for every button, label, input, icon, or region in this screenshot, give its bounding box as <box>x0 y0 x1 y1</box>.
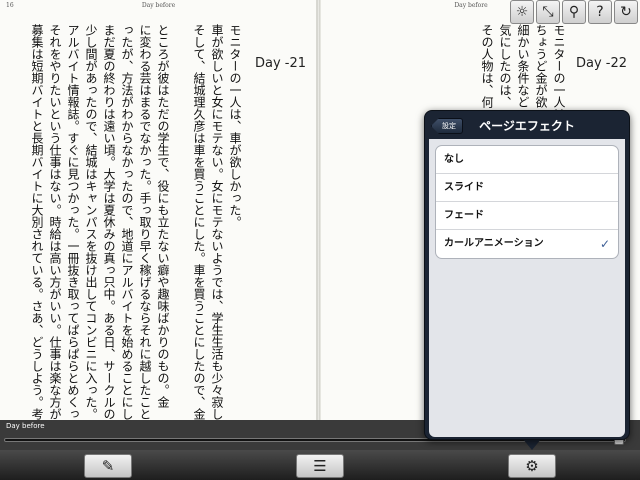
toc-button[interactable]: ☰ <box>296 454 344 478</box>
brightness-icon[interactable]: ☼ <box>510 0 534 24</box>
left-page[interactable]: 16 Day before Day -21 モニターの一人は、車が欲しかった。 … <box>0 0 317 420</box>
option-label: フェード <box>444 210 484 221</box>
day-label: Day -22 <box>576 56 628 71</box>
help-icon[interactable]: ? <box>588 0 612 24</box>
popover-title: ページエフェクト <box>479 118 575 133</box>
back-button[interactable]: 設定 <box>431 118 463 134</box>
popover-header: 設定 ページエフェクト <box>425 111 629 139</box>
effect-option-list: なし スライド フェード カールアニメーション ✓ <box>435 145 619 259</box>
option-slide[interactable]: スライド <box>436 174 618 202</box>
option-label: カールアニメーション <box>444 238 544 249</box>
fullscreen-icon[interactable]: ⤡ <box>536 0 560 24</box>
list-icon: ☰ <box>313 457 327 475</box>
option-fade[interactable]: フェード <box>436 202 618 230</box>
gear-icon: ⚙ <box>525 457 539 475</box>
option-label: なし <box>444 154 464 165</box>
checkmark-icon: ✓ <box>599 237 610 251</box>
refresh-icon[interactable]: ↻ <box>614 0 638 24</box>
bookmark-button[interactable]: ✎ <box>84 454 132 478</box>
option-curl-animation[interactable]: カールアニメーション ✓ <box>436 230 618 258</box>
search-icon[interactable]: ⚲ <box>562 0 586 24</box>
top-toolbar: ☼ ⤡ ⚲ ? ↻ <box>510 0 638 24</box>
bookmark-icon: ✎ <box>101 457 115 475</box>
page-effect-popover: 設定 ページエフェクト なし スライド フェード カールアニメーション ✓ <box>424 110 630 440</box>
settings-button[interactable]: ⚙ <box>508 454 556 478</box>
page-body-text: モニターの一人は、車が欲しかった。 車が欲しいと女にモテない。女にモテないようで… <box>30 24 242 420</box>
page-header-title: Day before <box>141 2 176 9</box>
day-label: Day -21 <box>255 56 307 71</box>
option-label: スライド <box>444 182 484 193</box>
bottom-toolbar: ✎ ☰ ⚙ <box>0 450 640 480</box>
popover-body: なし スライド フェード カールアニメーション ✓ <box>429 139 625 437</box>
chapter-label: Day before <box>6 422 45 430</box>
option-none[interactable]: なし <box>436 146 618 174</box>
